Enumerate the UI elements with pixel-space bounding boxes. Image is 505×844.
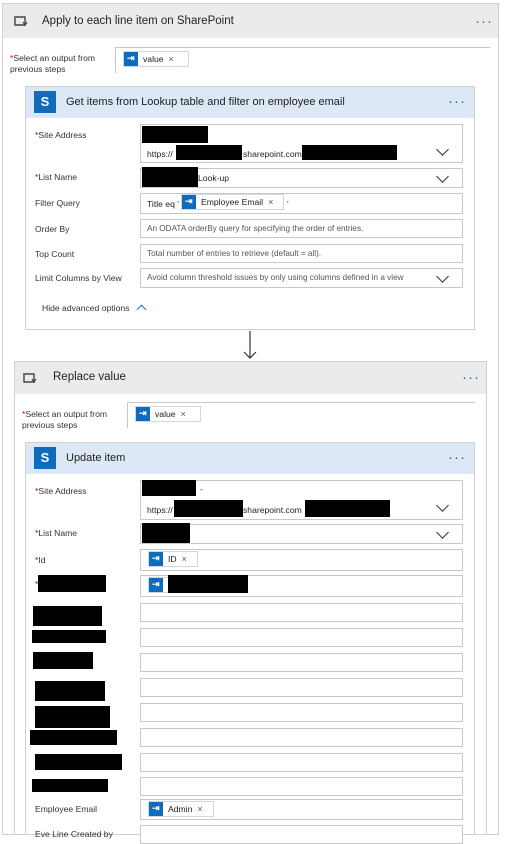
value-token[interactable]: ⇥ value ×	[135, 406, 201, 422]
chevron-up-icon	[136, 304, 147, 315]
site-address-dash: -	[200, 484, 203, 494]
connector-arrow-icon	[243, 331, 257, 359]
apply-to-each-title: Apply to each line item on SharePoint	[42, 15, 234, 27]
ellipsis-icon[interactable]: ···	[475, 14, 493, 29]
replace-value-title: Replace value	[53, 371, 126, 383]
redacted-token[interactable]: ⇥	[148, 577, 170, 593]
limit-columns-label: Limit Columns by View	[35, 273, 122, 283]
token-icon: ⇥	[136, 407, 150, 421]
select-output-label: *Select an output from previous steps	[22, 409, 108, 430]
token-icon: ⇥	[149, 578, 163, 592]
token-icon: ⇥	[124, 52, 138, 66]
sharepoint-icon: S	[34, 91, 56, 113]
redacted-block	[305, 500, 390, 517]
redacted-block	[35, 706, 110, 728]
site-address-label: *Site Address	[35, 486, 87, 496]
order-by-placeholder: An ODATA orderBy query for specifying th…	[147, 224, 364, 233]
loop-icon	[14, 16, 28, 27]
hide-advanced-options-link[interactable]: Hide advanced options	[42, 303, 147, 315]
redacted-block	[35, 754, 122, 770]
remove-token-icon[interactable]: ×	[182, 554, 187, 564]
redacted-block	[35, 681, 105, 701]
get-items-header[interactable]: S Get items from Lookup table and filter…	[26, 87, 474, 118]
id-token[interactable]: ⇥ ID ×	[148, 551, 198, 567]
value-token[interactable]: ⇥ value ×	[123, 51, 189, 67]
id-label: *Id	[35, 555, 46, 565]
select-output-label: *Select an output from previous steps	[10, 53, 96, 74]
redacted-block	[32, 779, 108, 792]
ellipsis-icon[interactable]: ···	[448, 94, 466, 109]
token-label: Admin	[168, 804, 193, 814]
filter-query-prefix: Title eq '	[147, 199, 179, 209]
remove-token-icon[interactable]: ×	[268, 197, 273, 207]
top-count-label: Top Count	[35, 249, 75, 259]
token-icon: ⇥	[149, 552, 163, 566]
site-address-prefix: https://	[147, 505, 173, 515]
list-name-label: *List Name	[35, 528, 78, 538]
list-name-value: Look-up	[198, 173, 230, 183]
employee-email-label: Employee Email	[35, 804, 98, 814]
list-name-label: *List Name	[35, 172, 78, 182]
token-label: ID	[168, 554, 177, 564]
redacted-block	[33, 606, 102, 626]
field-input[interactable]	[140, 753, 463, 772]
redacted-block	[142, 126, 208, 143]
field-input[interactable]	[140, 777, 463, 796]
order-by-label: Order By	[35, 224, 70, 234]
token-label: value	[143, 54, 164, 64]
limit-columns-placeholder: Avoid column threshold issues by only us…	[147, 273, 404, 282]
ellipsis-icon[interactable]: ···	[462, 370, 480, 385]
redacted-block	[168, 575, 248, 593]
site-address-suffix: sharepoint.com	[243, 505, 302, 515]
token-icon: ⇥	[149, 802, 163, 816]
site-address-suffix: sharepoint.com	[243, 149, 302, 159]
redacted-block	[302, 145, 397, 160]
field-input[interactable]	[140, 653, 463, 672]
redacted-block	[142, 480, 196, 496]
redacted-block	[38, 575, 106, 592]
loop-icon	[23, 373, 37, 384]
redacted-block	[174, 500, 243, 517]
apply-to-each-header[interactable]: Apply to each line item on SharePoint ··…	[3, 4, 498, 38]
site-address-label: *Site Address	[35, 130, 87, 140]
admin-token[interactable]: ⇥ Admin ×	[148, 801, 214, 817]
redacted-block	[30, 730, 117, 745]
hide-advanced-label: Hide advanced options	[42, 303, 130, 313]
remove-token-icon[interactable]: ×	[169, 54, 174, 64]
field-input[interactable]	[140, 628, 463, 647]
token-label: value	[155, 409, 176, 419]
top-count-placeholder: Total number of entries to retrieve (def…	[147, 249, 322, 258]
redacted-block	[142, 167, 198, 187]
field-input[interactable]	[140, 703, 463, 722]
site-address-prefix: https://	[147, 149, 173, 159]
filter-query-suffix: '	[287, 199, 289, 209]
replace-value-header[interactable]: Replace value ···	[15, 362, 486, 394]
filter-query-label: Filter Query	[35, 198, 80, 208]
field-input[interactable]	[140, 678, 463, 697]
sharepoint-icon: S	[34, 447, 56, 469]
get-items-title: Get items from Lookup table and filter o…	[66, 96, 345, 108]
redacted-block	[32, 630, 106, 643]
redacted-block	[142, 523, 190, 543]
token-icon: ⇥	[182, 195, 196, 209]
ellipsis-icon[interactable]: ···	[448, 450, 466, 465]
redacted-block	[33, 652, 93, 669]
redacted-block	[176, 145, 242, 160]
remove-token-icon[interactable]: ×	[197, 804, 202, 814]
remove-token-icon[interactable]: ×	[181, 409, 186, 419]
field-input[interactable]	[140, 728, 463, 747]
token-label: Employee Email	[201, 197, 264, 207]
update-item-header[interactable]: S Update item ···	[26, 443, 474, 474]
employee-email-token[interactable]: ⇥ Employee Email ×	[181, 194, 284, 210]
field-input[interactable]	[140, 603, 463, 622]
update-item-title: Update item	[66, 452, 126, 464]
